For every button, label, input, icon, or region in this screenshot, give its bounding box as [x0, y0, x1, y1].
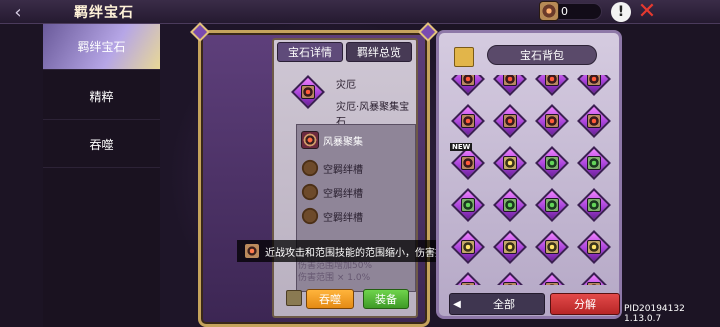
gem-icon [245, 244, 259, 258]
bag-gem-item[interactable] [492, 103, 528, 139]
bag-gem-item[interactable] [576, 187, 612, 223]
gem-core [587, 156, 601, 170]
effect-line: 伤害范围 × 1.0% [298, 273, 371, 283]
gem-core [461, 156, 475, 170]
slot-label: 空羁绊槽 [323, 212, 363, 224]
devour-button[interactable]: 吞噬 [306, 289, 354, 309]
slot-label: 空羁绊槽 [323, 188, 363, 200]
bag-gem-item[interactable] [534, 271, 570, 285]
bag-gem-item[interactable] [534, 75, 570, 97]
bond-slot[interactable]: 空羁绊槽 [301, 183, 363, 201]
bag-gem-item[interactable] [576, 271, 612, 285]
gem-core [545, 240, 559, 254]
close-button[interactable]: ✕ [636, 1, 658, 23]
selected-gem-icon [290, 74, 326, 110]
gem-core [587, 240, 601, 254]
bag-gem-item[interactable] [534, 187, 570, 223]
gem-core [503, 282, 517, 285]
tab-label: 吞噬 [89, 138, 114, 152]
gem-core [461, 240, 475, 254]
tab-devour[interactable]: 吞噬 [43, 122, 160, 168]
bag-gem-item[interactable]: NEW [450, 143, 486, 181]
gem-bag-panel: 宝石背包 NEW ◀ 全部 分解 [436, 30, 622, 319]
back-icon[interactable]: ‹ [0, 0, 36, 24]
top-bar: ‹ 羁绊宝石 0 ! ✕ [0, 0, 720, 24]
bag-gem-item[interactable] [576, 75, 612, 97]
bag-gem-item[interactable] [450, 271, 486, 285]
gem-core [587, 282, 601, 285]
currency-icon [539, 1, 559, 21]
sidebar: 羁绊宝石 精粹 吞噬 [43, 24, 160, 327]
gem-core [545, 282, 559, 285]
bond-slot[interactable]: 风暴聚集 [301, 131, 363, 149]
tab-essence[interactable]: 精粹 [43, 74, 160, 120]
bag-gem-item[interactable] [534, 103, 570, 139]
gem-core [503, 240, 517, 254]
bag-gem-item[interactable] [576, 145, 612, 181]
bag-gem-item[interactable] [492, 145, 528, 181]
equip-button[interactable]: 装备 [363, 289, 409, 309]
grid-menu-icon[interactable] [454, 47, 474, 67]
gem-core [301, 85, 315, 99]
bag-title: 宝石背包 [487, 45, 597, 65]
gem-core [545, 75, 559, 86]
tooltip-text: 近战攻击和范围技能的范围缩小，伤害提升 [265, 247, 455, 259]
gem-core [503, 75, 517, 86]
bag-gem-item[interactable] [492, 271, 528, 285]
empty-slot-icon [301, 183, 319, 201]
bag-gem-item[interactable] [450, 229, 486, 265]
build-version: PID20194132 1.13.0.7 [624, 304, 685, 324]
gem-core [503, 156, 517, 170]
slot-label: 风暴聚集 [323, 136, 363, 148]
filter-label: 全部 [493, 298, 515, 311]
empty-slot-icon [301, 159, 319, 177]
tab-label: 羁绊宝石 [77, 40, 126, 54]
tab-label: 精粹 [89, 90, 114, 104]
storm-gather-icon [301, 131, 319, 149]
gem-core [545, 156, 559, 170]
currency-display: 0 [539, 1, 602, 21]
tab-bond-gem[interactable]: 羁绊宝石 [43, 24, 160, 70]
bag-gem-item[interactable] [492, 229, 528, 265]
gem-core [587, 198, 601, 212]
gem-grid: NEW [446, 75, 616, 285]
gem-core [587, 114, 601, 128]
bond-slot[interactable]: 空羁绊槽 [301, 207, 363, 225]
bag-gem-item[interactable] [450, 187, 486, 223]
gem-core [503, 198, 517, 212]
bag-gem-item[interactable] [450, 103, 486, 139]
tab-bond-overview[interactable]: 羁绊总览 [346, 42, 412, 62]
gem-core [461, 114, 475, 128]
bag-gem-item[interactable] [492, 75, 528, 97]
gem-name: 灾厄 [336, 80, 356, 91]
gem-core [503, 114, 517, 128]
info-button[interactable]: ! [611, 2, 631, 22]
bag-gem-item[interactable] [450, 75, 486, 97]
decompose-button[interactable]: 分解 [550, 293, 620, 315]
filter-dropdown[interactable]: ◀ 全部 [449, 293, 545, 315]
gem-core [461, 282, 475, 285]
bag-gem-item[interactable] [534, 229, 570, 265]
gem-core [545, 198, 559, 212]
page-title: 羁绊宝石 [74, 5, 134, 21]
lock-icon[interactable] [286, 290, 302, 306]
bag-gem-item[interactable] [576, 229, 612, 265]
gem-core [461, 75, 475, 86]
gem-core [587, 75, 601, 86]
bag-gem-item[interactable] [576, 103, 612, 139]
bag-gem-item[interactable] [534, 145, 570, 181]
bond-slot[interactable]: 空羁绊槽 [301, 159, 363, 177]
slot-label: 空羁绊槽 [323, 164, 363, 176]
currency-value: 0 [561, 5, 568, 18]
gem-core [545, 114, 559, 128]
empty-slot-icon [301, 207, 319, 225]
new-badge: NEW [450, 143, 473, 151]
gem-core [461, 198, 475, 212]
detail-tabs: 宝石详情 羁绊总览 [277, 42, 412, 62]
triangle-left-icon: ◀ [453, 298, 461, 310]
bag-gem-item[interactable] [492, 187, 528, 223]
tab-gem-detail[interactable]: 宝石详情 [277, 42, 343, 62]
